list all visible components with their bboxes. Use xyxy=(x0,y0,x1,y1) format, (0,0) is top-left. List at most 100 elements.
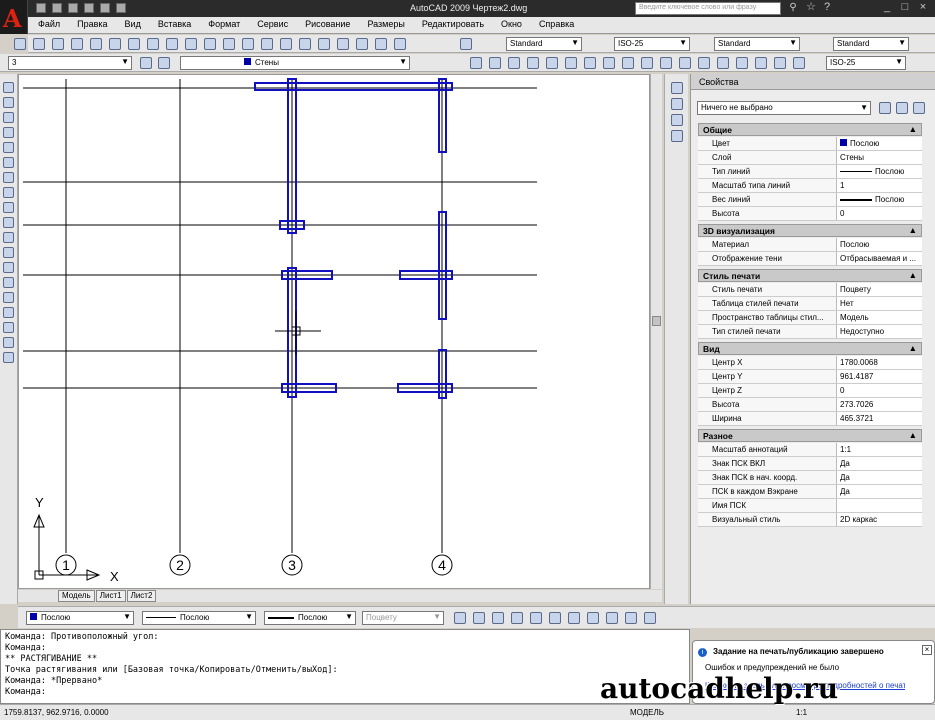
print-icon[interactable] xyxy=(71,38,83,50)
linetype-dropdown[interactable]: Послою ▼ xyxy=(142,611,256,625)
search-icon[interactable]: ⚲ xyxy=(786,2,800,14)
zoom-icon[interactable] xyxy=(280,38,292,50)
arc-length-icon[interactable] xyxy=(508,57,520,69)
redo-icon[interactable] xyxy=(116,3,126,13)
property-value[interactable]: 1 xyxy=(836,179,922,192)
property-row[interactable]: Цвет Послою xyxy=(698,137,922,151)
property-value[interactable]: Нет xyxy=(836,297,922,310)
insert-block-icon[interactable] xyxy=(3,247,14,258)
rectangle-icon[interactable] xyxy=(3,142,14,153)
property-value[interactable]: 465.3721 xyxy=(836,412,922,425)
section-header[interactable]: 3D визуализация ▲ xyxy=(698,224,922,237)
point-icon[interactable] xyxy=(3,277,14,288)
continue-icon[interactable] xyxy=(660,57,672,69)
markup-icon[interactable] xyxy=(460,38,472,50)
property-value[interactable]: Послою xyxy=(836,193,922,206)
section-header[interactable]: Стиль печати ▲ xyxy=(698,269,922,282)
menu-item[interactable]: Рисование xyxy=(305,17,350,29)
aligned-dim-icon[interactable] xyxy=(489,57,501,69)
table-icon[interactable] xyxy=(3,337,14,348)
copy-object-icon[interactable] xyxy=(671,98,683,110)
construction-line-icon[interactable] xyxy=(3,97,14,108)
new-icon[interactable] xyxy=(14,38,26,50)
property-value[interactable]: 0 xyxy=(836,207,922,220)
open-icon[interactable] xyxy=(33,38,45,50)
modify-tool-icon[interactable] xyxy=(625,612,637,624)
property-row[interactable]: Тип стилей печати Недоступно xyxy=(698,325,922,339)
property-value[interactable]: Да xyxy=(836,485,922,498)
section-header[interactable]: Разное ▲ xyxy=(698,429,922,442)
modify-tool-icon[interactable] xyxy=(644,612,656,624)
property-row[interactable]: Тип линий Послою xyxy=(698,165,922,179)
ellipse-icon[interactable] xyxy=(3,217,14,228)
property-value[interactable]: Да xyxy=(836,457,922,470)
collapse-icon[interactable]: ▲ xyxy=(909,430,917,440)
menu-item[interactable]: Сервис xyxy=(257,17,288,29)
arc-icon[interactable] xyxy=(3,157,14,168)
annotation-scale[interactable]: 1:1 xyxy=(796,708,807,717)
space-icon[interactable] xyxy=(679,57,691,69)
drawing-svg[interactable]: 1 2 3 4 Y X xyxy=(19,75,650,589)
jogged-linear-icon[interactable] xyxy=(774,57,786,69)
dim-edit-icon[interactable] xyxy=(793,57,805,69)
collapse-icon[interactable]: ▲ xyxy=(909,124,917,134)
lineweight-dropdown[interactable]: Послою ▼ xyxy=(264,611,356,625)
erase-icon[interactable] xyxy=(671,82,683,94)
property-row[interactable]: Материал Послою xyxy=(698,238,922,252)
properties-icon[interactable] xyxy=(337,38,349,50)
tab-sheet2[interactable]: Лист2 xyxy=(126,590,157,602)
section-header[interactable]: Общие ▲ xyxy=(698,123,922,136)
property-row[interactable]: Пространство таблицы стил... Модель xyxy=(698,311,922,325)
property-value[interactable]: 1:1 xyxy=(836,443,922,456)
tab-model[interactable]: Модель xyxy=(58,590,95,602)
table-style-dropdown[interactable]: Standard ▼ xyxy=(714,37,800,51)
tab-sheet1[interactable]: Лист1 xyxy=(95,590,126,602)
maximize-icon[interactable]: □ xyxy=(898,2,912,14)
menu-item[interactable]: Вид xyxy=(125,17,141,29)
property-value[interactable]: Отбрасываемая и ... xyxy=(836,252,922,265)
color-dropdown[interactable]: Послою ▼ xyxy=(26,611,134,625)
property-value[interactable]: Послою xyxy=(836,165,922,178)
ellipse-arc-icon[interactable] xyxy=(3,232,14,243)
section-header[interactable]: Вид ▲ xyxy=(698,342,922,355)
property-row[interactable]: Центр Z 0 xyxy=(698,384,922,398)
property-row[interactable]: Вес линий Послою xyxy=(698,193,922,207)
selection-dropdown[interactable]: Ничего не выбрано ▼ xyxy=(697,101,871,115)
modify-tool-icon[interactable] xyxy=(568,612,580,624)
angular-icon[interactable] xyxy=(603,57,615,69)
preview-icon[interactable] xyxy=(90,38,102,50)
property-value[interactable]: Да xyxy=(836,471,922,484)
circle-icon[interactable] xyxy=(3,172,14,183)
toggle-pickadd-icon[interactable] xyxy=(879,102,891,114)
match-icon[interactable] xyxy=(185,38,197,50)
polyline-icon[interactable] xyxy=(3,112,14,123)
plotstyle-dropdown[interactable]: Поцвету ▼ xyxy=(362,611,444,625)
modify-tool-icon[interactable] xyxy=(473,612,485,624)
property-row[interactable]: Слой Стены xyxy=(698,151,922,165)
property-value[interactable] xyxy=(836,499,922,512)
paste-icon[interactable] xyxy=(166,38,178,50)
property-row[interactable]: Высота 0 xyxy=(698,207,922,221)
help-icon[interactable]: ☆ xyxy=(804,2,818,14)
sheetset-icon[interactable] xyxy=(394,38,406,50)
undo-icon[interactable] xyxy=(223,38,235,50)
vscroll-thumb[interactable] xyxy=(652,316,661,326)
vertical-scrollbar[interactable] xyxy=(650,74,662,589)
modify-tool-icon[interactable] xyxy=(549,612,561,624)
menu-item[interactable]: Справка xyxy=(539,17,574,29)
save-icon[interactable] xyxy=(52,38,64,50)
model-space-indicator[interactable]: МОДЕЛЬ xyxy=(630,708,664,717)
diameter-icon[interactable] xyxy=(584,57,596,69)
property-value[interactable]: Поцвету xyxy=(836,283,922,296)
quick-dim-icon[interactable] xyxy=(622,57,634,69)
open-file-icon[interactable] xyxy=(52,3,62,13)
radius-icon[interactable] xyxy=(546,57,558,69)
mleader-style-dropdown[interactable]: Standard ▼ xyxy=(833,37,909,51)
wall-top[interactable] xyxy=(254,82,453,91)
property-row[interactable]: Знак ПСК в нач. коорд. Да xyxy=(698,471,922,485)
designcenter-icon[interactable] xyxy=(356,38,368,50)
property-row[interactable]: Центр X 1780.0068 xyxy=(698,356,922,370)
copy-icon[interactable] xyxy=(147,38,159,50)
property-value[interactable]: 2D каркас xyxy=(836,513,922,526)
close-icon[interactable]: × xyxy=(916,2,930,14)
